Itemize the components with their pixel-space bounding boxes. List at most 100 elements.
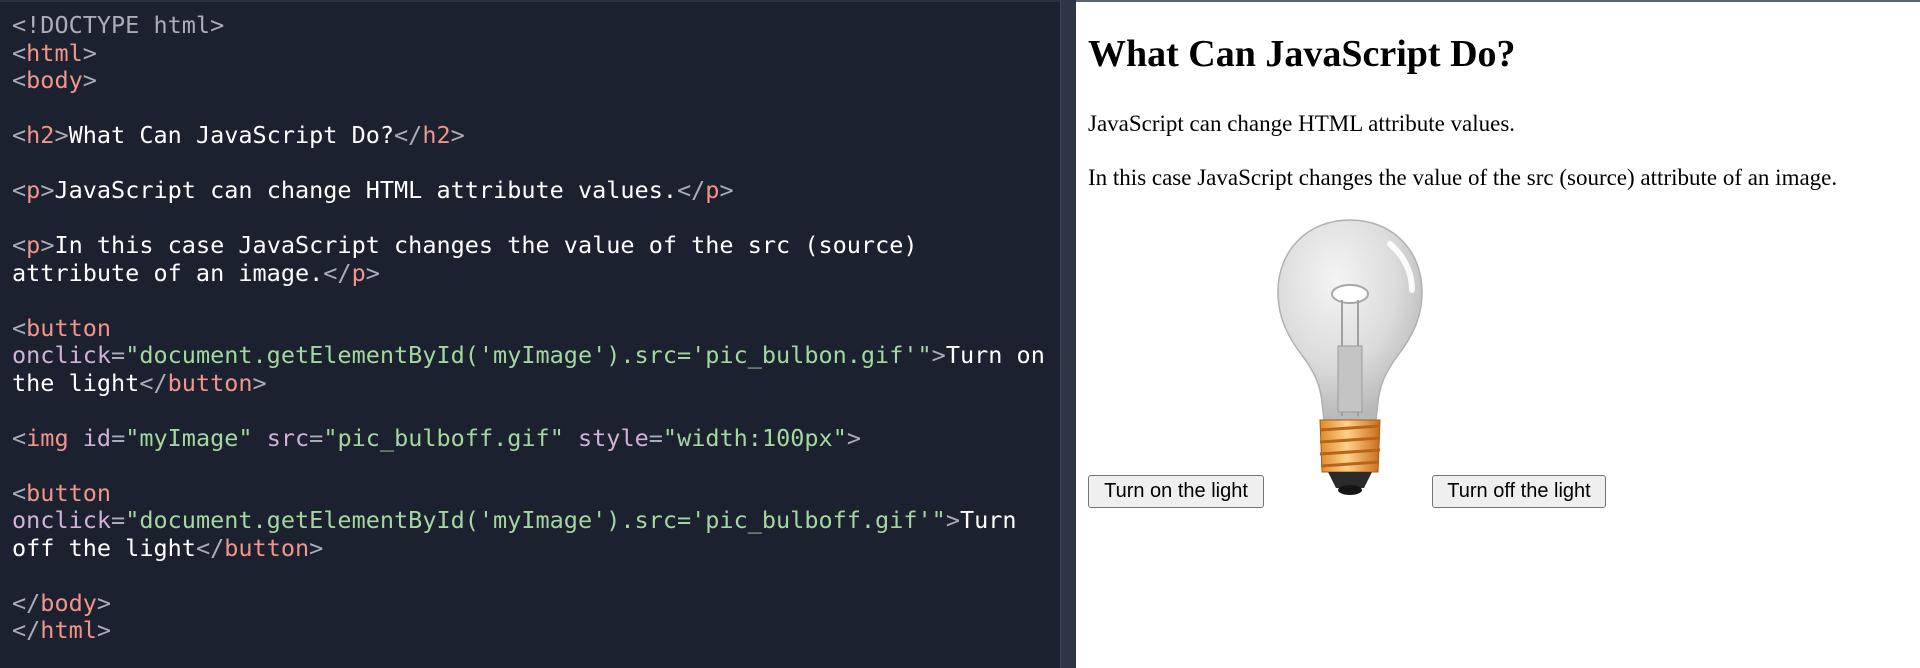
code-token-tag: button [167,368,253,397]
code-line[interactable] [12,95,1060,123]
code-token-brk: > [54,121,69,149]
code-token-txt: off the light [12,533,196,562]
code-token-brk: < [12,231,27,259]
code-token-brk: > [945,506,960,534]
code-token-tag: p [351,258,366,287]
turn-on-light-button[interactable]: Turn on the light [1088,475,1264,508]
code-token-brk: > [450,121,465,149]
code-token-brk: > [846,423,862,452]
code-token-txt: What Can JavaScript Do? [68,121,395,149]
code-token-brk: < [12,478,27,507]
code-line[interactable]: </html> [12,616,1060,645]
code-line[interactable] [12,287,1060,315]
code-token-tag: img [26,423,69,452]
code-token-brk: = [111,423,126,452]
code-token-brk: < [12,66,27,94]
code-token-tag: p [705,176,720,204]
code-line[interactable]: off the light</button> [12,533,1060,563]
code-token-txt: Turn [959,506,1017,534]
code-token-tag: html [40,616,97,644]
code-token-brk: > [719,176,734,204]
code-token-brk: > [40,231,55,259]
code-token-txt: JavaScript can change HTML attribute val… [54,176,677,204]
code-token-brk: < [12,423,27,452]
code-token-brk: > [82,38,97,67]
code-token-brk: > [309,533,324,562]
code-token-brk: = [111,341,126,369]
code-token-brk: </ [12,588,41,617]
code-line[interactable]: <p>JavaScript can change HTML attribute … [12,176,1060,205]
code-token-str: "myImage" [125,423,253,452]
code-line[interactable]: <img id="myImage" src="pic_bulboff.gif" … [12,423,1060,453]
tryit-window: <!DOCTYPE html> <html> <body> <h2>What Can… [0,0,1920,668]
turn-off-light-button[interactable]: Turn off the light [1432,475,1606,508]
code-token-txt: In this case JavaScript changes the valu… [54,231,918,259]
code-line[interactable] [12,562,1060,590]
code-token-tag: button [224,533,310,562]
page-heading: What Can JavaScript Do? [1088,33,1516,75]
code-line[interactable] [12,397,1060,425]
code-token-brk: < [12,176,27,204]
code-token-brk: </ [195,533,225,562]
code-token-str: "width:100px" [662,423,847,452]
code-token-tag: button [26,313,112,342]
code-line[interactable]: <button [12,313,1060,343]
code-token-txt: Turn on [945,341,1045,369]
code-line[interactable] [12,205,1060,233]
code-line[interactable]: <html> [12,38,1060,68]
code-token-brk: > [96,588,112,617]
code-line[interactable]: <button [12,478,1060,508]
code-token-brk: </ [677,176,706,204]
code-line[interactable] [12,452,1060,480]
code-editor[interactable]: <!DOCTYPE html> <html> <body> <h2>What Can… [0,0,1060,668]
code-token-txt: the light [12,368,140,397]
paragraph-attribute-values: JavaScript can change HTML attribute val… [1088,111,1516,136]
code-token-brk: </ [12,616,41,644]
code-token-doc: <!DOCTYPE html> [12,11,225,39]
code-line[interactable]: <p>In this case JavaScript changes the v… [12,231,1060,260]
code-token-attr: id [82,423,112,452]
code-line[interactable]: onclick="document.getElementById('myImag… [12,506,1060,535]
code-token-attr: onclick [12,341,112,369]
code-token-str: "document.getElementById('myImage').src=… [125,341,932,369]
code-line[interactable]: </body> [12,588,1060,618]
result-pane: What Can JavaScript Do? JavaScript can c… [1076,0,1920,668]
code-token-brk: > [82,66,97,94]
code-token-tag: body [40,588,97,617]
code-token-str: "document.getElementById('myImage').src=… [125,506,946,534]
code-line[interactable]: attribute of an image.</p> [12,258,1060,288]
code-token-brk: > [931,341,946,369]
pane-divider[interactable] [1060,0,1076,668]
code-token-brk: = [111,506,126,534]
code-token-brk: > [365,258,380,287]
code-token-tag: h2 [422,121,451,149]
code-token-brk: < [12,38,27,67]
code-token-brk: = [309,423,324,452]
code-token-brk: > [252,368,267,397]
code-token-tag: html [26,38,83,67]
code-token-tag: p [26,176,41,204]
code-token-brk: </ [323,258,352,287]
code-text[interactable]: <!DOCTYPE html> <html> <body> <h2>What Can… [12,11,1060,645]
code-line[interactable]: <h2>What Can JavaScript Do?</h2> [12,121,1060,150]
code-token-attr: onclick [12,506,112,534]
code-token-brk: = [648,423,663,452]
code-line[interactable]: <!DOCTYPE html> [12,11,1060,40]
code-token-attr: src [266,423,310,452]
code-token-brk: > [40,176,55,204]
code-line[interactable]: <body> [12,66,1060,95]
code-token-brk: < [12,121,27,149]
code-line[interactable]: the light</button> [12,368,1060,398]
code-line[interactable] [12,150,1060,178]
code-line[interactable]: onclick="document.getElementById('myImag… [12,341,1060,370]
code-token-str: "pic_bulboff.gif" [323,423,564,452]
code-token-brk: </ [139,368,168,397]
light-bulb-off-icon [1277,219,1423,495]
paragraph-src-explanation: In this case JavaScript changes the valu… [1088,165,1838,190]
code-token-tag: body [26,66,83,94]
code-token-tag: button [26,478,112,507]
code-token-brk: > [96,616,112,644]
